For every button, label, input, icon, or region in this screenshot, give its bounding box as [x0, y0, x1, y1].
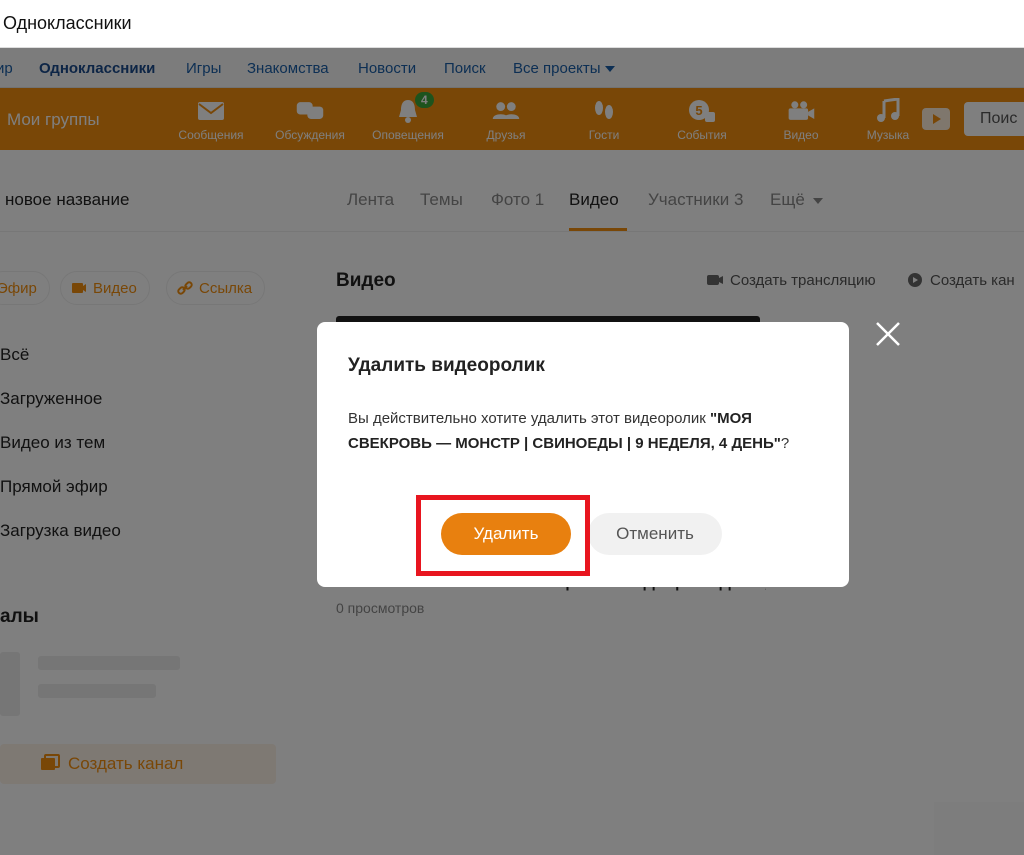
- browser-title: Одноклассники: [3, 13, 132, 33]
- cancel-button[interactable]: Отменить: [588, 513, 722, 555]
- highlight-box: [416, 495, 590, 576]
- dialog-title: Удалить видеоролик: [348, 355, 545, 376]
- close-icon[interactable]: [874, 320, 902, 348]
- dialog-message-suffix: ?: [780, 435, 790, 452]
- browser-title-bar: Одноклассники: [0, 0, 1024, 48]
- dialog-message: Вы действительно хотите удалить этот вид…: [348, 406, 793, 456]
- dialog-message-prefix: Вы действительно хотите удалить этот вид…: [348, 410, 711, 427]
